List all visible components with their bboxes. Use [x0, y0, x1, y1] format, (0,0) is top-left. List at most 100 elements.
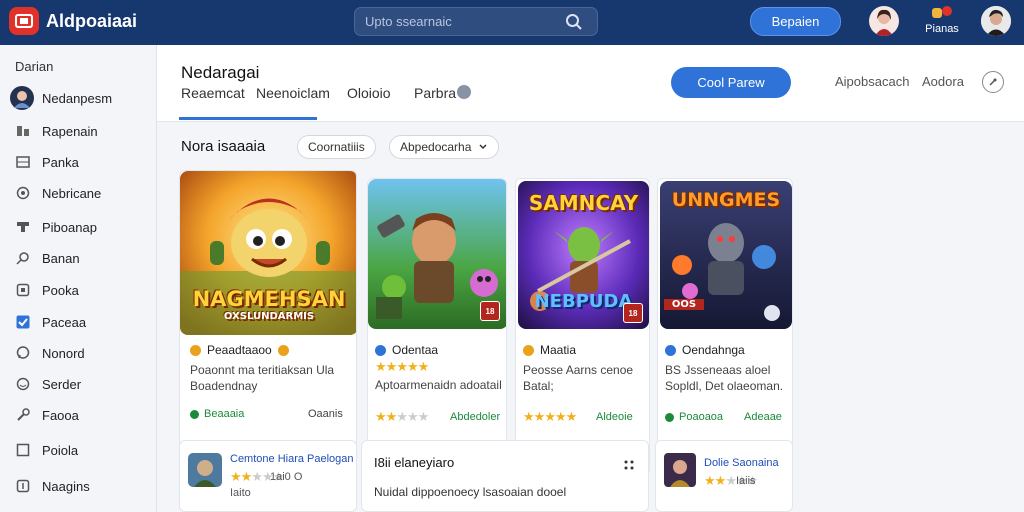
search-placeholder: Upto ssearnaic [365, 14, 452, 29]
sidebar-item-label: Paceaa [42, 314, 87, 330]
sidebar-item-8[interactable]: Paceaa [0, 308, 157, 336]
sidebar-item-label: Panka [42, 154, 79, 170]
game-action-link[interactable]: Adeaae [744, 411, 782, 423]
sort-dropdown[interactable]: Abpedocarha [389, 135, 499, 159]
sidebar-item-9[interactable]: Nonord [0, 339, 157, 367]
tab-3[interactable]: Oloioio [347, 85, 391, 101]
search-icon [16, 251, 30, 265]
sidebar-item-12[interactable]: Poiola [0, 436, 157, 464]
star-icon: ★ [406, 359, 419, 374]
tab-2[interactable]: Neenoiclam [256, 85, 330, 101]
star-icon: ★ [725, 473, 737, 488]
notification-badge [942, 6, 952, 16]
game-cover-title: SAMNCAY [528, 191, 639, 215]
more-options-icon[interactable] [624, 457, 634, 470]
sidebar-item-2[interactable]: Rapenain [0, 117, 157, 145]
sidebar-item-1[interactable]: Nedanpesm [0, 84, 157, 112]
sidebar-item-10[interactable]: Serder [0, 370, 157, 398]
settings-circle-icon[interactable] [982, 71, 1004, 93]
bell-icon [932, 8, 942, 18]
filter-chip[interactable]: Coornatiiis [297, 135, 376, 159]
bottom-card-rating-text: 1ai0 O [270, 471, 303, 483]
sidebar-item-6[interactable]: Banan [0, 244, 157, 272]
chevron-down-icon [478, 141, 488, 155]
page-header: Nedaragai Reaemcat Neenoiclam Oloioio Pa… [157, 45, 1024, 122]
wrench-icon [16, 408, 30, 422]
active-tab-indicator [179, 117, 317, 120]
game-action-link[interactable]: Aldeoie [596, 411, 633, 423]
game-description: BS Jsseneaas aloel [665, 363, 771, 377]
tab-4[interactable]: Parbra [414, 85, 456, 101]
bottom-card-1[interactable]: Cemtone Hiara Paelogan ★★★★★ 1ai0 O Iait… [179, 440, 357, 512]
tag-icon [16, 220, 30, 234]
bottom-card-title: I8ii elaneyiaro [374, 455, 455, 470]
sort-dropdown-label: Abpedocarha [400, 140, 472, 154]
game-name: Oendahnga [665, 343, 745, 357]
game-card[interactable]: SAMNCAY NEBPUDA 18 Maatia Peosse Aarns c… [515, 178, 650, 475]
bottom-card-2[interactable]: I8ii elaneyiaro Nuidal dippoenoecy lsaso… [361, 440, 649, 512]
game-cover-image[interactable]: 18 [368, 179, 506, 329]
game-action-link[interactable]: Abdedoler [450, 411, 500, 423]
sidebar-item-13[interactable]: Naagins [0, 472, 157, 500]
star-icon: ★ [375, 409, 387, 424]
star-icon: ★ [396, 359, 408, 374]
game-status-text: Beaaaia [204, 408, 245, 420]
chat-icon [16, 346, 30, 360]
profile-avatar[interactable] [981, 6, 1011, 36]
game-cover-image[interactable]: SAMNCAY NEBPUDA 18 [518, 181, 649, 329]
status-dot-icon [665, 412, 674, 422]
game-card[interactable]: UNNGMES OOS Oendahnga BS Jsseneaas aloel… [657, 178, 793, 475]
avatar-icon [10, 86, 34, 110]
sidebar-item-label: Piboanap [42, 219, 97, 235]
sidebar-item-label: Banan [42, 250, 80, 266]
age-rating-badge: 18 [623, 303, 643, 323]
game-card[interactable]: 18 Odentaa ★★★★★ Aptoarmenaidn adoatail … [367, 178, 507, 475]
bottom-card-thumb [664, 453, 696, 487]
game-card[interactable]: NAGMEHSAN OXSLUNDARMIS Peaadtaaoo Poaonn… [179, 170, 357, 475]
bottom-card-3[interactable]: Dolie Saonaina ★★★★★ Iaiis [655, 440, 793, 512]
header-action-button[interactable]: Cool Parew [671, 67, 791, 98]
header-link-1[interactable]: Aipobsacach [835, 74, 909, 89]
bottom-card-title: Dolie Saonaina [704, 457, 779, 469]
game-cover-title: UNNGMES [671, 189, 781, 211]
star-icon: ★ [385, 359, 398, 374]
sidebar-item-label: Pooka [42, 282, 79, 298]
header-link-2[interactable]: Aodora [922, 74, 964, 89]
game-cover-image[interactable]: UNNGMES OOS [660, 181, 792, 329]
star-icon: ★ [565, 409, 578, 424]
sidebar-item-label: Nebricane [42, 185, 102, 201]
game-cover-image[interactable]: NAGMEHSAN OXSLUNDARMIS [180, 171, 356, 335]
main-content: Nedaragai Reaemcat Neenoiclam Oloioio Pa… [157, 45, 1024, 512]
primary-top-button[interactable]: Bepaien [750, 7, 841, 36]
tab-1[interactable]: Reaemcat [181, 85, 245, 101]
bottom-card-description: Nuidal dippoenoecy lsasoaian dooel [374, 485, 567, 499]
sidebar-item-11[interactable]: Faooa [0, 401, 157, 429]
page-title: Nedaragai [181, 63, 260, 82]
sidebar-item-5[interactable]: Piboanap [0, 213, 157, 241]
people-icon [16, 124, 30, 138]
star-icon: ★ [251, 469, 263, 484]
search-icon[interactable] [565, 13, 583, 36]
star-icon: ★ [396, 409, 408, 424]
sidebar-item-label: Nedanpesm [42, 90, 113, 106]
bottom-card-title: Cemtone Hiara Paelogan [230, 453, 354, 465]
top-bar: Aldpoaiaai Upto ssearnaic Bepaien Pianas [0, 0, 1024, 45]
game-description: Aptoarmenaidn adoatail [375, 378, 502, 392]
game-description: Poaonnt ma teritiaksan Ula [190, 363, 335, 377]
notifications-button[interactable]: Pianas [922, 4, 962, 40]
sidebar-item-7[interactable]: Pooka [0, 276, 157, 304]
search-input[interactable]: Upto ssearnaic [354, 7, 598, 36]
plugin-icon [16, 479, 30, 493]
user-avatar[interactable] [869, 6, 899, 36]
settings-icon [16, 377, 30, 391]
circle-icon [16, 186, 30, 200]
game-cover-subtitle: OOS [664, 299, 704, 310]
sidebar-item-4[interactable]: Nebricane [0, 179, 157, 207]
bottom-card-rating-text: Iaiis [736, 475, 756, 487]
game-description-2: Boadendnay [190, 379, 258, 393]
info-icon[interactable] [457, 85, 471, 99]
section-title: Nora isaaaia [181, 138, 266, 155]
app-logo-icon[interactable] [9, 7, 39, 35]
sidebar-item-3[interactable]: Panka [0, 148, 157, 176]
game-status: Poaoaoa [665, 411, 723, 423]
